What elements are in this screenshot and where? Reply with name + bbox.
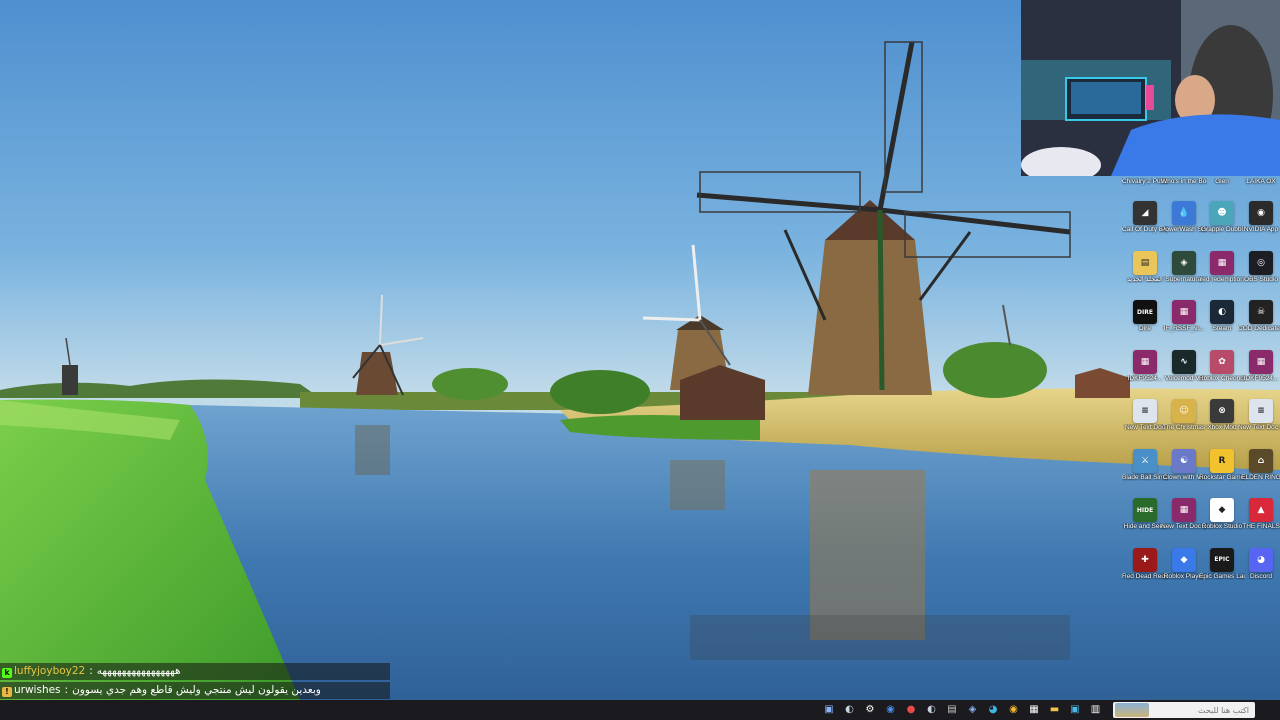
app-icon[interactable]: ▤ <box>945 703 959 717</box>
desktop-icon-label: COD Dedicated... <box>1238 325 1280 332</box>
rdr-icon: ✚ <box>1133 547 1157 572</box>
desktop-icon-label: THE FINALS <box>1242 523 1280 530</box>
platform-badge-icon: ! <box>2 687 12 697</box>
document-icon: ≡ <box>1249 399 1273 423</box>
desktop-icon[interactable]: ◉ NVIDIA App <box>1238 200 1280 250</box>
steam-icon: ◐ <box>1210 300 1234 324</box>
desktop-icon[interactable]: ⌂ ELDEN RING <box>1238 448 1280 498</box>
game-icon: ☯ <box>1172 448 1196 473</box>
winrar-icon: ▦ <box>1210 250 1234 275</box>
desktop-icon-label: IDKF9524... <box>1243 374 1279 382</box>
epic-icon: EPIC <box>1210 547 1234 572</box>
roblox-studio-icon: ◆ <box>1210 498 1234 522</box>
winrar-icon: ▦ <box>1133 349 1157 374</box>
platform-badge-icon: k <box>2 668 12 678</box>
game-icon: ⚔ <box>1133 448 1157 473</box>
taskbar: ▣ ◐ ⚙ ◉ ● ◐ ▤ ◈ ◕ ◉ ▦ ▬ ▣ ▥ <box>0 700 1280 720</box>
edge-icon[interactable]: ◕ <box>986 703 1000 717</box>
xbox-icon: ⊗ <box>1210 399 1234 423</box>
folder-icon: ▤ <box>1133 250 1157 275</box>
chat-username: urwishes <box>14 684 61 696</box>
app-icon[interactable]: ◈ <box>966 703 980 717</box>
chat-text: وبعدين يقولون ليش منتجي وليش قاطع وهم جد… <box>72 684 321 696</box>
skull-icon: ☠ <box>1249 300 1273 324</box>
file-icon[interactable]: ▣ <box>822 703 836 717</box>
dire-icon: DIRE <box>1133 300 1157 324</box>
chat-text: ههههههههههههههههه <box>96 665 181 677</box>
voicemod-icon: ∿ <box>1172 349 1196 374</box>
search-highlight-image <box>1115 703 1149 717</box>
taskbar-search[interactable] <box>1113 702 1255 718</box>
chat-message: k luffyjoyboy22: ههههههههههههههههه <box>0 663 390 680</box>
desktop-icon-label[interactable]: LAIKA OX <box>1238 178 1280 186</box>
desktop-icon[interactable]: ≡New Text Doc 2025 <box>1238 398 1280 448</box>
chrome-icon[interactable]: ◉ <box>1007 703 1021 717</box>
character-icon: ☺ <box>1172 399 1196 423</box>
desktop-icon[interactable]: ◎ OBS Studio <box>1238 250 1280 300</box>
thefinals-icon: ▲ <box>1249 498 1273 522</box>
calendar-icon[interactable]: ▦ <box>1027 703 1041 717</box>
eldenring-icon: ⌂ <box>1249 448 1273 473</box>
desktop-icon-label: OBS Studio <box>1244 275 1278 283</box>
chat-message: ! urwishes: وبعدين يقولون ليش منتجي وليش ق… <box>0 682 390 699</box>
app-icon[interactable]: ◉ <box>884 703 898 717</box>
folder-icon[interactable]: ▬ <box>1048 703 1062 717</box>
game-icon: HIDE <box>1133 498 1157 522</box>
grapple-icon: ☻ <box>1210 201 1234 225</box>
roblox-icon: ◆ <box>1172 547 1196 572</box>
steam-icon[interactable]: ◐ <box>843 703 857 717</box>
chat-separator: : <box>89 665 93 677</box>
desktop-icon[interactable]: ▲ THE FINALS <box>1238 497 1280 547</box>
desktop-icon-label: NVIDIA App <box>1243 226 1279 233</box>
desktop-icon[interactable]: ☠COD Dedicated... <box>1238 299 1280 349</box>
webcam-overlay <box>1021 0 1280 176</box>
app-icon: ◢ <box>1133 201 1157 225</box>
obs-icon: ◎ <box>1249 250 1273 275</box>
document-icon: ≡ <box>1133 399 1157 423</box>
desktop-icon[interactable]: ◕ Discord <box>1238 547 1280 597</box>
anime-icon: ✿ <box>1210 349 1234 374</box>
desktop-icon-label: New Text Doc 2025 <box>1238 424 1280 431</box>
chat-username: luffyjoyboy22 <box>14 665 86 677</box>
desktop-icon-label: ELDEN RING <box>1241 473 1280 481</box>
chat-separator: : <box>64 684 69 696</box>
desktop-icon-label: Discord <box>1249 572 1273 580</box>
desktop-icon[interactable]: ▦ IDKF9524... <box>1238 349 1280 399</box>
store-icon[interactable]: ▣ <box>1068 703 1082 717</box>
settings-icon[interactable]: ⚙ <box>863 703 877 717</box>
winrar-icon: ▦ <box>1172 498 1196 522</box>
task-view-icon[interactable]: ▥ <box>1089 703 1103 717</box>
discord-icon: ◕ <box>1249 547 1273 572</box>
nvidia-icon: ◉ <box>1249 201 1273 225</box>
search-input[interactable] <box>1154 703 1249 717</box>
powerwash-icon: 💧 <box>1172 201 1196 225</box>
winrar-icon: ▦ <box>1249 349 1273 374</box>
winrar-icon: ▦ <box>1172 300 1196 324</box>
app-icon: ◈ <box>1172 250 1196 275</box>
rockstar-icon: R <box>1210 448 1234 473</box>
record-icon[interactable]: ● <box>904 703 918 717</box>
steam-icon[interactable]: ◐ <box>925 703 939 717</box>
